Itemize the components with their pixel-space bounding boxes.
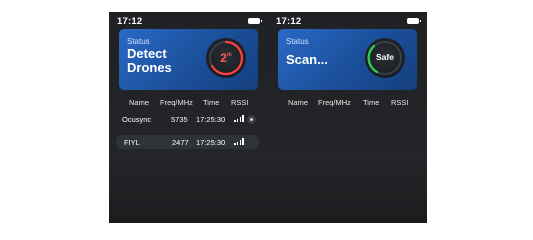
row-detail-button[interactable]	[247, 115, 256, 124]
battery-icon	[407, 18, 421, 24]
gauge-count-unit: th	[226, 52, 232, 58]
col-freq: Freq/MHz	[318, 98, 351, 107]
table-header: Name Freq/MHz Time RSSI	[109, 98, 268, 108]
row-freq: 5735	[171, 115, 188, 124]
battery-icon	[248, 18, 262, 24]
status-card[interactable]: Status Scan... Safe	[278, 29, 417, 90]
status-card[interactable]: Status Detect Drones 2th	[119, 29, 258, 90]
gauge-safe-text: Safe	[376, 52, 394, 62]
safety-gauge: Safe	[365, 38, 405, 78]
col-time: Time	[203, 98, 220, 107]
table-header: Name Freq/MHz Time RSSI	[268, 98, 427, 108]
row-freq: 2477	[172, 138, 189, 147]
col-rssi: RSSI	[391, 98, 409, 107]
status-title-line1: Detect	[127, 46, 167, 61]
status-title-line2: Drones	[127, 60, 172, 75]
table-row[interactable]: Ocusync 5735 17:25:30	[116, 112, 259, 126]
drone-count-gauge: 2th	[206, 38, 246, 78]
status-card-label: Status	[127, 37, 150, 46]
status-bar: 17:12	[117, 16, 262, 28]
status-card-title: Scan...	[286, 52, 328, 67]
status-bar: 17:12	[276, 16, 421, 28]
status-card-label: Status	[286, 37, 309, 46]
gauge-count-value: 2	[220, 51, 227, 65]
gauge-count: 2th	[206, 51, 246, 65]
phone-screen-scan: 17:12 Status Scan... Safe Name Freq/MHz …	[268, 12, 427, 223]
col-freq: Freq/MHz	[160, 98, 193, 107]
status-time: 17:12	[117, 16, 143, 27]
row-name: FIYL	[124, 138, 140, 147]
row-time: 17:25:30	[196, 138, 226, 147]
phone-screen-detect: 17:12 Status Detect Drones 2th Name Freq…	[109, 12, 268, 223]
table-row[interactable]: FIYL 2477 17:25:30	[116, 135, 259, 149]
status-card-title: Detect Drones	[127, 47, 172, 75]
col-time: Time	[363, 98, 380, 107]
col-name: Name	[129, 98, 150, 107]
signal-strength-icon	[234, 138, 244, 145]
row-time: 17:25:30	[196, 115, 226, 124]
status-time: 17:12	[276, 16, 302, 27]
signal-strength-icon	[234, 115, 244, 122]
col-rssi: RSSI	[231, 98, 249, 107]
row-name: Ocusync	[122, 115, 152, 124]
col-name: Name	[288, 98, 309, 107]
